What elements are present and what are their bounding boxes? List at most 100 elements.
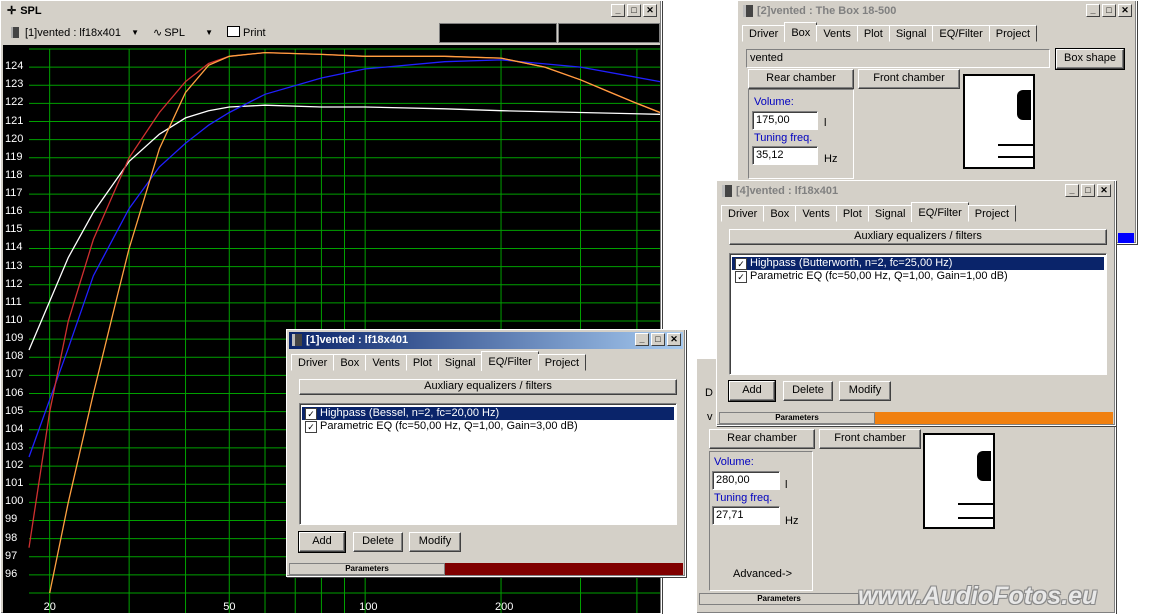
modify-button[interactable]: Modify: [839, 381, 891, 401]
checkbox-checked-icon[interactable]: ✓: [735, 271, 747, 283]
tuning-input[interactable]: 27,71: [712, 506, 780, 525]
eq1-title: [1]vented : lf18x401: [306, 334, 409, 346]
eq1-parameters-bar[interactable]: Parameters: [289, 563, 445, 575]
tab-vents[interactable]: Vents: [816, 25, 858, 42]
advanced-link[interactable]: Advanced->: [733, 568, 792, 580]
tab-plot[interactable]: Plot: [856, 25, 890, 42]
tuning-label: Tuning freq.: [754, 132, 813, 144]
tab-box[interactable]: Box: [763, 205, 797, 222]
close-button[interactable]: ✕: [1097, 184, 1111, 197]
tab-box[interactable]: Box: [333, 354, 367, 371]
spl-titlebar[interactable]: ✛ SPL _ □ ✕: [3, 3, 659, 20]
list-item[interactable]: ✓ Parametric EQ (fc=50,00 Hz, Q=1,00, Gai…: [732, 270, 1104, 283]
tab-signal[interactable]: Signal: [867, 205, 913, 222]
tab-vents[interactable]: Vents: [365, 354, 407, 371]
front-chamber-button[interactable]: Front chamber: [819, 429, 921, 449]
y-tick-label: 111: [5, 295, 22, 308]
maximize-button[interactable]: □: [627, 4, 641, 17]
project-select-value: [1]vented : lf18x401: [25, 27, 122, 39]
eq1-progress-fill: [445, 563, 683, 575]
minimize-button[interactable]: _: [611, 4, 625, 17]
tab-driver[interactable]: Driver: [291, 354, 335, 371]
y-tick-label: 118: [5, 168, 23, 181]
back-parameters-bar[interactable]: Parameters: [699, 593, 859, 605]
back-box-name[interactable]: v: [707, 411, 713, 423]
tab-eq-filter[interactable]: EQ/Filter: [932, 25, 990, 42]
box-diagram: [923, 433, 995, 529]
y-tick-label: 96: [5, 567, 18, 580]
volume-input[interactable]: 175,00: [752, 111, 818, 130]
front-chamber-button[interactable]: Front chamber: [858, 69, 960, 89]
box2-tabs: Driver Box Vents Plot Signal EQ/Filter Project: [742, 22, 1038, 42]
x-tick-label: 100: [359, 601, 378, 613]
minimize-button[interactable]: _: [1065, 184, 1079, 197]
close-button[interactable]: ✕: [1118, 4, 1132, 17]
minimize-button[interactable]: _: [1086, 4, 1100, 17]
list-item[interactable]: ✓ Highpass (Butterworth, n=2, fc=25,00 Hz…: [732, 257, 1104, 270]
box2-titlebar[interactable]: [2]vented : The Box 18-500 _ □ ✕: [740, 3, 1134, 20]
list-item[interactable]: ✓ Highpass (Bessel, n=2, fc=20,00 Hz): [302, 407, 674, 420]
wave-icon: ∿: [153, 27, 163, 39]
tab-driver[interactable]: Driver: [742, 25, 786, 42]
rear-chamber-button[interactable]: Rear chamber: [709, 429, 815, 449]
box-shape-button[interactable]: Box shape: [1055, 48, 1125, 70]
y-tick-label: 123: [5, 78, 24, 91]
tab-driver[interactable]: Driver: [721, 205, 765, 222]
checkbox-checked-icon[interactable]: ✓: [735, 258, 747, 270]
tab-eq-filter[interactable]: EQ/Filter: [481, 351, 539, 371]
eq1-filter-list[interactable]: ✓ Highpass (Bessel, n=2, fc=20,00 Hz) ✓ Pa…: [299, 403, 677, 525]
tab-project[interactable]: Project: [967, 205, 1017, 222]
eq4-filter-list[interactable]: ✓ Highpass (Butterworth, n=2, fc=25,00 Hz…: [729, 253, 1107, 375]
eq1-titlebar[interactable]: [1]vented : lf18x401 _ □ ✕: [289, 332, 683, 349]
view-select[interactable]: ∿ SPL ▼: [149, 23, 217, 43]
view-select-value: SPL: [164, 27, 186, 39]
maximize-button[interactable]: □: [651, 333, 665, 346]
delete-button[interactable]: Delete: [783, 381, 833, 401]
add-button[interactable]: Add: [728, 380, 776, 402]
checkbox-checked-icon[interactable]: ✓: [305, 421, 317, 433]
readout-panel-1: [439, 23, 557, 43]
volume-input[interactable]: 280,00: [712, 471, 780, 490]
tuning-input[interactable]: 35,12: [752, 146, 818, 165]
y-tick-label: 121: [5, 114, 24, 127]
print-button[interactable]: Print: [225, 23, 285, 43]
volume-label: Volume:: [714, 456, 754, 468]
eq4-parameters-bar[interactable]: Parameters: [719, 412, 875, 424]
box2-blue-indicator: [1118, 233, 1134, 243]
x-tick-label: 20: [43, 601, 56, 613]
print-label: Print: [243, 27, 266, 39]
eq-window-4: [4]vented : lf18x401 _ □ ✕ Driver Box Vents P…: [716, 180, 1116, 426]
spl-toolbar: [1]vented : lf18x401 ▼ ∿ SPL ▼ Print: [3, 22, 660, 44]
volume-label: Volume:: [754, 96, 794, 108]
eq4-titlebar[interactable]: [4]vented : lf18x401 _ □ ✕: [719, 183, 1113, 200]
maximize-button[interactable]: □: [1102, 4, 1116, 17]
y-tick-label: 107: [5, 368, 24, 381]
eq4-progress-fill: [875, 412, 1113, 424]
box-name-field[interactable]: vented: [746, 49, 1050, 68]
tab-project[interactable]: Project: [988, 25, 1038, 42]
checkbox-checked-icon[interactable]: ✓: [305, 408, 317, 420]
modify-button[interactable]: Modify: [409, 532, 461, 552]
close-button[interactable]: ✕: [667, 333, 681, 346]
crosshair-icon: ✛: [7, 5, 17, 17]
close-button[interactable]: ✕: [643, 4, 657, 17]
maximize-button[interactable]: □: [1081, 184, 1095, 197]
tab-eq-filter[interactable]: EQ/Filter: [911, 202, 969, 222]
tab-signal[interactable]: Signal: [437, 354, 483, 371]
list-item[interactable]: ✓ Parametric EQ (fc=50,00 Hz, Q=1,00, Gai…: [302, 420, 674, 433]
tab-signal[interactable]: Signal: [888, 25, 934, 42]
y-tick-label: 101: [5, 477, 24, 490]
delete-button[interactable]: Delete: [353, 532, 403, 552]
tuning-unit: Hz: [785, 515, 799, 527]
back-tab-driver[interactable]: D: [705, 387, 713, 399]
tab-plot[interactable]: Plot: [835, 205, 869, 222]
tab-box[interactable]: Box: [784, 22, 818, 42]
tab-project[interactable]: Project: [537, 354, 587, 371]
add-button[interactable]: Add: [298, 531, 346, 553]
y-tick-label: 115: [5, 223, 23, 236]
project-select[interactable]: [1]vented : lf18x401 ▼: [5, 23, 143, 43]
rear-chamber-button[interactable]: Rear chamber: [748, 69, 854, 89]
tab-plot[interactable]: Plot: [405, 354, 439, 371]
minimize-button[interactable]: _: [635, 333, 649, 346]
tab-vents[interactable]: Vents: [795, 205, 837, 222]
